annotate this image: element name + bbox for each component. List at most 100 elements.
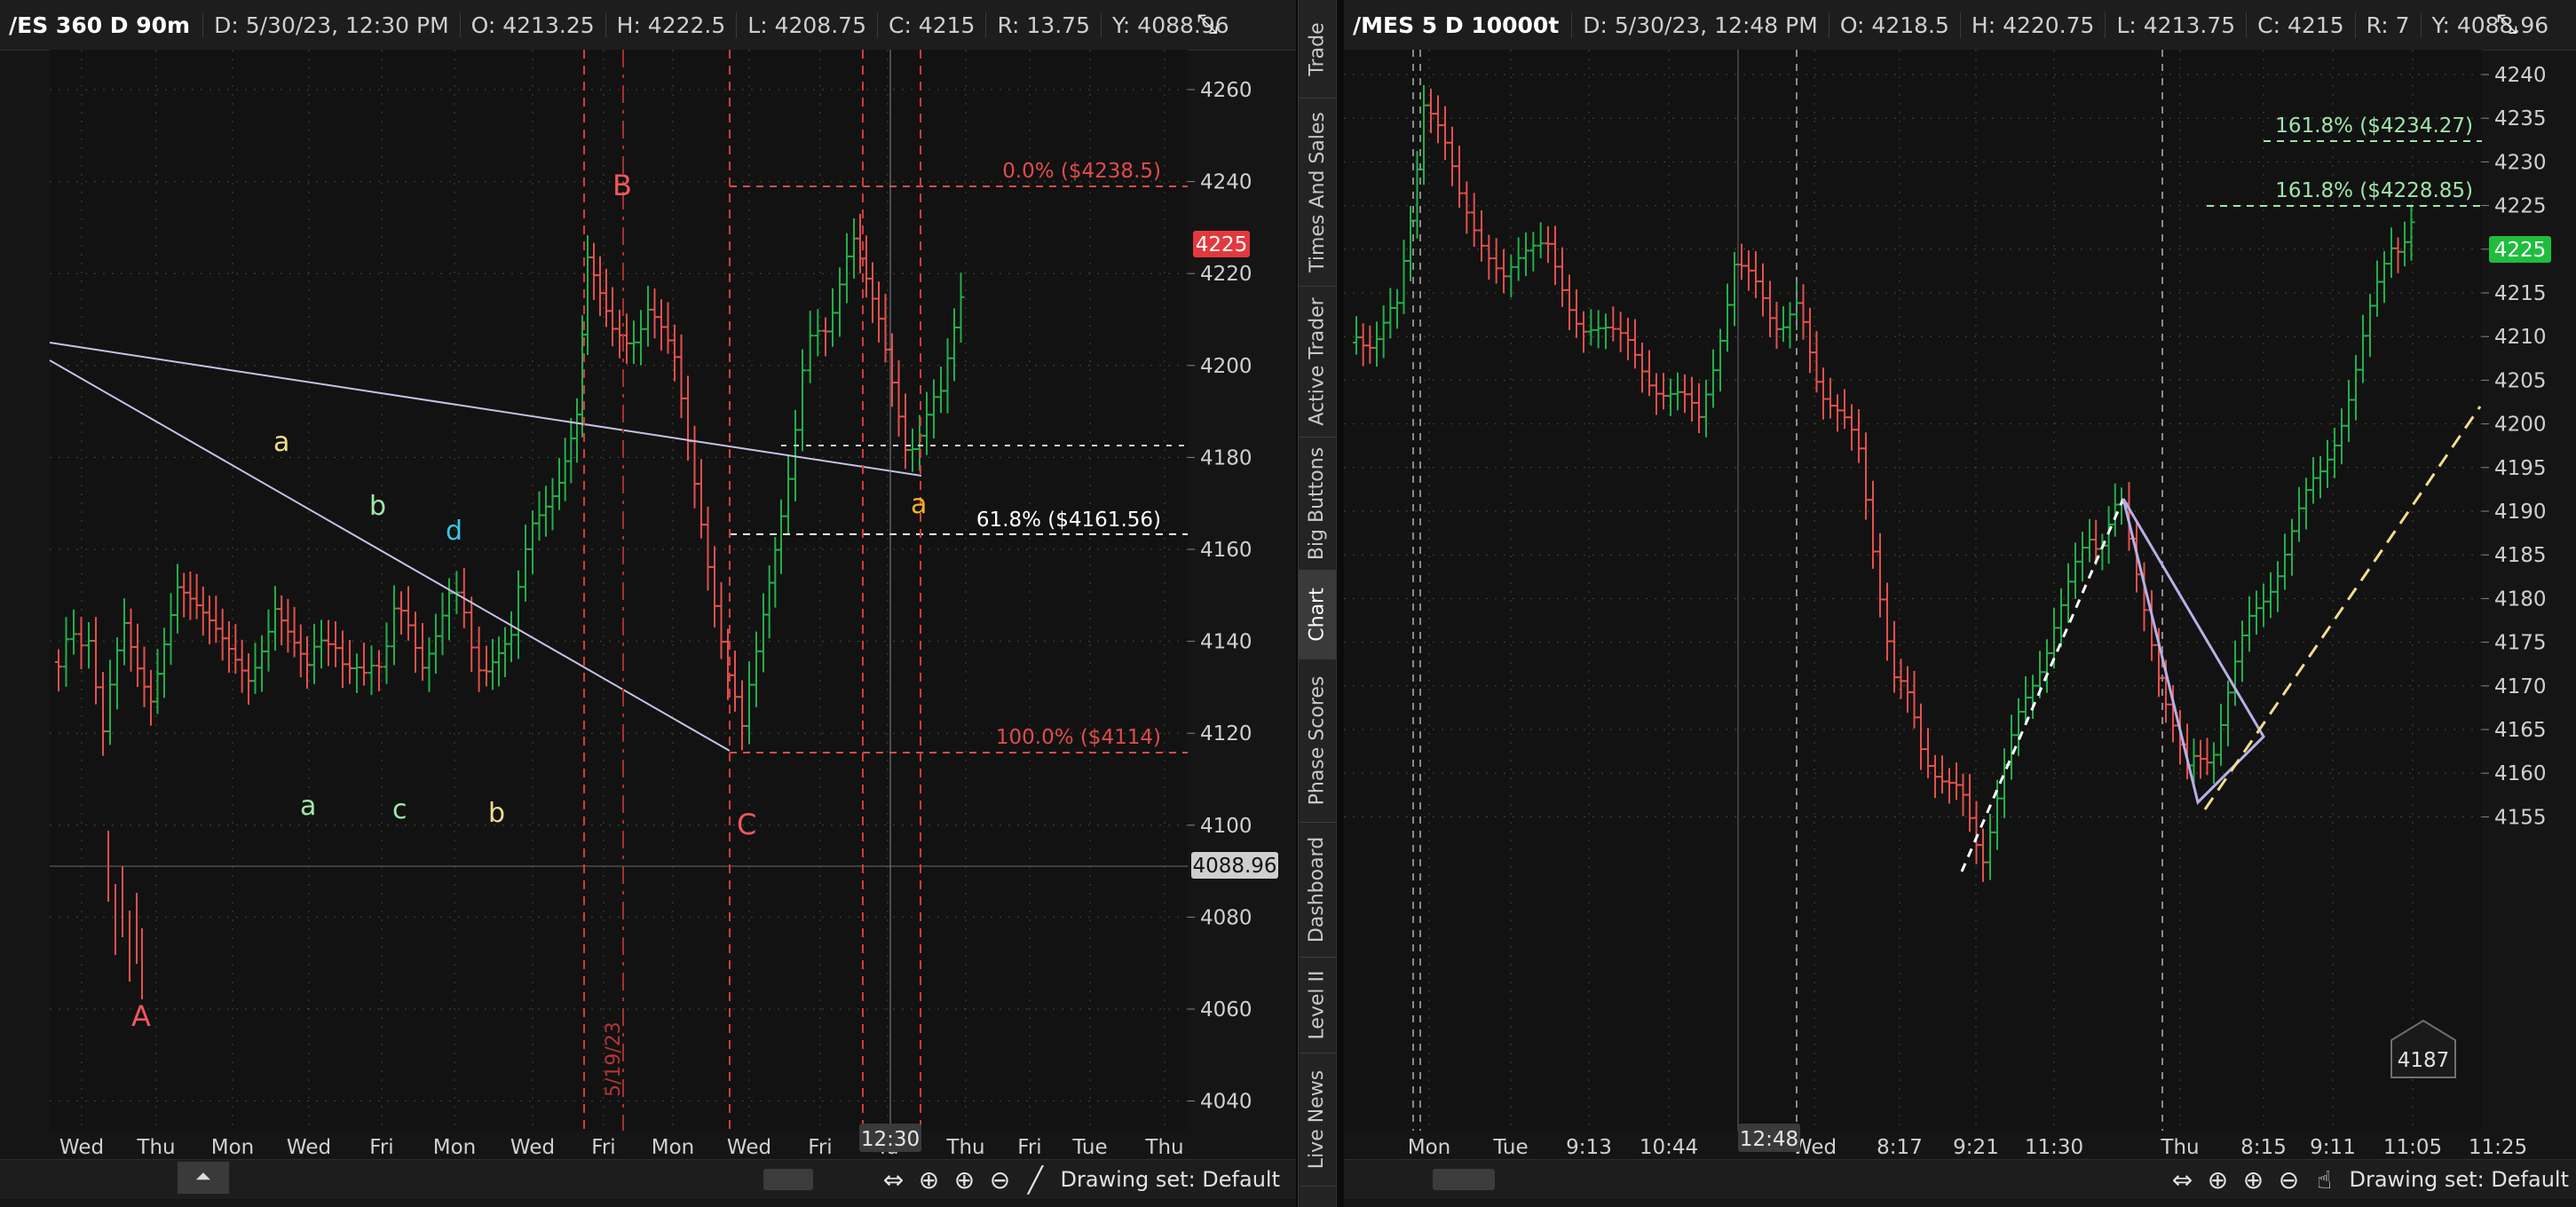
left-high: H: 4222.5 xyxy=(604,12,737,38)
price-tick-label: 4210 xyxy=(2494,326,2547,349)
arrows-icon[interactable]: ⇔ xyxy=(2164,1162,2200,1197)
price-tick-label: 4215 xyxy=(2494,282,2547,305)
time-tick-label: 11:25 xyxy=(2469,1136,2527,1159)
price-tick-label: 4040 xyxy=(1200,1091,1252,1114)
tab-chart[interactable]: Chart xyxy=(1299,570,1336,659)
right-price-box: 4187 xyxy=(2398,1049,2450,1072)
zoom-out-icon[interactable]: ⊖ xyxy=(982,1162,1017,1197)
time-tick-label: Wed xyxy=(727,1136,771,1159)
left-close: C: 4215 xyxy=(876,12,985,38)
time-tick-label: Thu xyxy=(2160,1136,2199,1159)
wave-label: b xyxy=(488,798,505,829)
left-low: L: 4208.75 xyxy=(736,12,877,38)
left-expand-icon[interactable]: ⤡ xyxy=(1189,7,1225,43)
right-time-cursor-badge: 12:48 xyxy=(1740,1128,1798,1151)
time-tick-label: 8:15 xyxy=(2240,1136,2287,1159)
time-tick-label: Mon xyxy=(211,1136,255,1159)
tab-live-news[interactable]: Live News xyxy=(1299,1053,1336,1187)
tab-level-ii[interactable]: Level II xyxy=(1299,957,1336,1053)
right-last-price-badge: 4225 xyxy=(2494,239,2547,262)
right-scrollbar-thumb[interactable] xyxy=(1433,1169,1495,1190)
tab-big-buttons[interactable]: Big Buttons xyxy=(1299,437,1336,571)
time-cursor-badge: 12:30 xyxy=(861,1128,920,1151)
left-drawing-set[interactable]: Drawing set: Default xyxy=(1053,1167,1287,1192)
time-tick-label: Fri xyxy=(369,1136,393,1159)
time-tick-label: 9:11 xyxy=(2310,1136,2356,1159)
time-tick-label: Thu xyxy=(1144,1136,1183,1159)
right-symbol[interactable]: /MES 5 D 10000t xyxy=(1344,12,1571,38)
wave-label: a xyxy=(300,791,316,822)
time-tick-label: Fri xyxy=(1017,1136,1041,1159)
right-chart-svg[interactable]: 161.8% ($4234.27) 161.8% ($4228.85) 4240… xyxy=(1344,50,2576,1203)
time-tick-label: 10:44 xyxy=(1640,1136,1698,1159)
price-tick-label: 4100 xyxy=(1200,815,1252,838)
price-tick-label: 4160 xyxy=(1200,539,1252,562)
left-open: O: 4213.25 xyxy=(459,12,605,38)
price-tick-label: 4260 xyxy=(1200,79,1252,102)
left-date: D: 5/30/23, 12:30 PM xyxy=(202,12,460,38)
tab-trade[interactable]: Trade xyxy=(1299,0,1336,99)
crosshair-icon[interactable]: ⊕ xyxy=(2200,1162,2235,1197)
hand-icon[interactable]: ☝ xyxy=(2306,1162,2342,1197)
left-chart-panel: /ES 360 D 90m D: 5/30/23, 12:30 PM O: 42… xyxy=(0,0,1296,1207)
arrows-icon[interactable]: ⇔ xyxy=(875,1162,911,1197)
tab-times-and-sales[interactable]: Times And Sales xyxy=(1299,98,1336,287)
left-range: R: 13.75 xyxy=(985,12,1101,38)
left-symbol[interactable]: /ES 360 D 90m xyxy=(0,12,202,38)
price-tick-label: 4185 xyxy=(2494,544,2547,567)
right-range: R: 7 xyxy=(2354,12,2421,38)
right-date: D: 5/30/23, 12:48 PM xyxy=(1571,12,1829,38)
time-tick-label: Wed xyxy=(59,1136,104,1159)
zoom-out-icon[interactable]: ⊖ xyxy=(2271,1162,2306,1197)
right-open: O: 4218.5 xyxy=(1828,12,1960,38)
wave-label: a xyxy=(273,427,289,458)
tab-phase-scores[interactable]: Phase Scores xyxy=(1299,659,1336,823)
right-low: L: 4213.75 xyxy=(2105,12,2246,38)
left-collapse-icon[interactable]: ⏶ xyxy=(178,1162,229,1194)
price-tick-label: 4180 xyxy=(1200,446,1252,469)
price-tick-label: 4200 xyxy=(1200,355,1252,378)
right-high: H: 4220.75 xyxy=(1959,12,2106,38)
price-tick-label: 4155 xyxy=(2494,806,2547,829)
side-tab-strip: Trade Times And Sales Active Trader Big … xyxy=(1298,0,1337,1207)
price-tick-label: 4195 xyxy=(2494,457,2547,480)
price-tick-label: 4175 xyxy=(2494,632,2547,655)
cursor-price-badge: 4088.96 xyxy=(1192,855,1276,878)
time-tick-label: 9:13 xyxy=(1566,1136,1612,1159)
time-tick-label: 11:05 xyxy=(2383,1136,2442,1159)
tab-active-trader[interactable]: Active Trader xyxy=(1299,286,1336,438)
tab-dashboard[interactable]: Dashboard xyxy=(1299,822,1336,958)
time-tick-label: Mon xyxy=(1408,1136,1451,1159)
fib-0-label: 0.0% ($4238.5) xyxy=(1002,160,1161,183)
wave-label: c xyxy=(392,794,407,825)
wave-label: A xyxy=(131,999,151,1033)
right-chart-panel: /MES 5 D 10000t D: 5/30/23, 12:48 PM O: … xyxy=(1344,0,2576,1207)
price-tick-label: 4220 xyxy=(1200,263,1252,286)
fib-100-label: 100.0% ($4114) xyxy=(996,726,1161,749)
left-scrollbar-thumb[interactable] xyxy=(763,1169,813,1190)
time-tick-label: Thu xyxy=(945,1136,984,1159)
zoom-in-icon[interactable]: ⊕ xyxy=(946,1162,982,1197)
time-tick-label: Mon xyxy=(433,1136,477,1159)
left-toolbar: ⇔ ⊕ ⊕ ⊖ ╱ Drawing set: Default xyxy=(875,1160,1287,1199)
wave-label: B xyxy=(612,169,632,202)
left-chart-svg[interactable]: 4260 4240 4220 4200 4180 4160 4140 4120 4100 4080… xyxy=(0,50,1296,1203)
price-tick-label: 4235 xyxy=(2494,107,2547,130)
right-toolbar: ⇔ ⊕ ⊕ ⊖ ☝ Drawing set: Default xyxy=(2164,1160,2576,1199)
crosshair-icon[interactable]: ⊕ xyxy=(911,1162,946,1197)
price-tick-label: 4140 xyxy=(1200,631,1252,654)
price-tick-label: 4165 xyxy=(2494,719,2547,742)
right-close: C: 4215 xyxy=(2246,12,2354,38)
price-tick-label: 4240 xyxy=(1200,171,1252,194)
right-drawing-set[interactable]: Drawing set: Default xyxy=(2342,1167,2576,1192)
price-tick-label: 4120 xyxy=(1200,722,1252,746)
zoom-in-icon[interactable]: ⊕ xyxy=(2235,1162,2271,1197)
price-tick-label: 4225 xyxy=(2494,195,2547,218)
price-tick-label: 4205 xyxy=(2494,369,2547,392)
right-expand-icon[interactable]: ⤡ xyxy=(2489,7,2525,43)
time-tick-label: Tue xyxy=(1492,1136,1528,1159)
time-tick-label: 9:21 xyxy=(1953,1136,1999,1159)
pencil-icon[interactable]: ╱ xyxy=(1017,1162,1053,1197)
time-tick-label: Mon xyxy=(652,1136,695,1159)
price-tick-label: 4180 xyxy=(2494,588,2547,611)
